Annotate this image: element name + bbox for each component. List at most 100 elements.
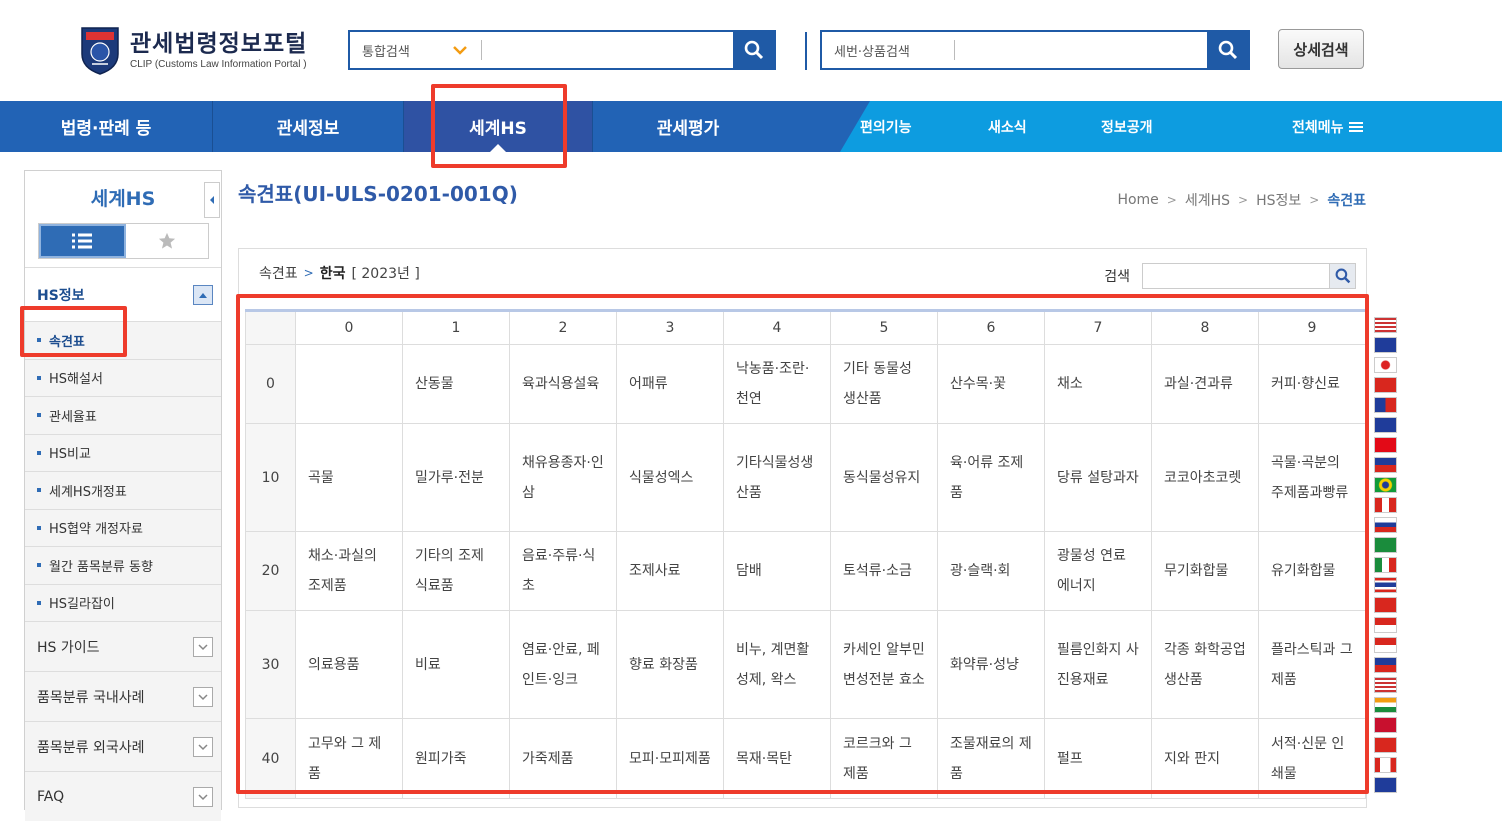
hs-chapter-cell[interactable]: 광물성 연료 에너지 bbox=[1044, 531, 1152, 611]
flag-switzerland-icon[interactable] bbox=[1374, 737, 1397, 753]
flag-brazil-icon[interactable] bbox=[1374, 477, 1397, 493]
hs-chapter-cell[interactable]: 커피·향신료 bbox=[1258, 344, 1366, 424]
hs-chapter-cell[interactable]: 당류 설탕과자 bbox=[1044, 423, 1152, 532]
hs-chapter-cell[interactable]: 채소 bbox=[1044, 344, 1152, 424]
sidebar-item-tariff-table[interactable]: 관세율표 bbox=[25, 396, 221, 434]
hs-chapter-cell[interactable]: 어패류 bbox=[616, 344, 724, 424]
hs-chapter-cell[interactable]: 염료·안료, 페인트·잉크 bbox=[509, 610, 617, 719]
hs-chapter-cell[interactable]: 의료용품 bbox=[295, 610, 403, 719]
hs-chapter-cell[interactable]: 채소·과실의 조제품 bbox=[295, 531, 403, 611]
table-search-button[interactable] bbox=[1330, 263, 1356, 289]
hs-chapter-cell[interactable]: 낙농품·조란·천연 bbox=[723, 344, 831, 424]
hs-chapter-cell[interactable]: 육과식용설육 bbox=[509, 344, 617, 424]
table-search-input[interactable] bbox=[1142, 263, 1330, 289]
hs-chapter-cell[interactable] bbox=[295, 344, 403, 424]
tab-menu-list[interactable] bbox=[39, 224, 126, 258]
hs-chapter-cell[interactable]: 산수목·꽃 bbox=[937, 344, 1045, 424]
hs-chapter-cell[interactable]: 카세인 알부민 변성전분 효소 bbox=[830, 610, 938, 719]
breadcrumb-hs-info[interactable]: HS정보 bbox=[1256, 190, 1301, 210]
hs-chapter-cell[interactable]: 광·슬랙·회 bbox=[937, 531, 1045, 611]
hs-product-search-input[interactable] bbox=[955, 32, 1207, 68]
sidebar-category-hs-info[interactable]: HS정보 bbox=[25, 267, 221, 321]
sidebar-item-monthly-trend[interactable]: 월간 품목분류 동향 bbox=[25, 546, 221, 584]
hs-chapter-cell[interactable]: 과실·견과류 bbox=[1151, 344, 1259, 424]
sidebar-collapse-toggle[interactable] bbox=[204, 182, 220, 218]
hs-chapter-cell[interactable]: 곡물·곡분의 주제품과빵류 bbox=[1258, 423, 1366, 532]
sidebar-item-hs-explanation[interactable]: HS해설서 bbox=[25, 358, 221, 397]
nav-item-world-hs[interactable]: 세계HS bbox=[404, 101, 592, 152]
flag-philippines-icon[interactable] bbox=[1374, 657, 1397, 673]
advanced-search-button[interactable]: 상세검색 bbox=[1278, 29, 1364, 69]
flag-usa-icon[interactable] bbox=[1374, 317, 1397, 333]
hs-chapter-cell[interactable]: 산동물 bbox=[402, 344, 510, 424]
hs-chapter-cell[interactable]: 코르크와 그 제품 bbox=[830, 718, 938, 799]
hs-chapter-cell[interactable]: 조물재료의 제품 bbox=[937, 718, 1045, 799]
flag-saudi-icon[interactable] bbox=[1374, 537, 1397, 553]
sidebar-category-hs-guide[interactable]: HS 가이드 bbox=[25, 621, 221, 671]
integrated-search-input[interactable] bbox=[482, 32, 733, 68]
hs-chapter-cell[interactable]: 가죽제품 bbox=[509, 718, 617, 799]
flag-china-icon[interactable] bbox=[1374, 377, 1397, 393]
sidebar-category-domestic-cases[interactable]: 품목분류 국내사례 bbox=[25, 671, 221, 721]
flag-singapore-icon[interactable] bbox=[1374, 617, 1397, 633]
expand-button[interactable] bbox=[193, 686, 213, 707]
hs-chapter-cell[interactable]: 유기화합물 bbox=[1258, 531, 1366, 611]
hs-chapter-cell[interactable]: 코코아초코렛 bbox=[1151, 423, 1259, 532]
hs-chapter-cell[interactable]: 각종 화학공업 생산품 bbox=[1151, 610, 1259, 719]
hs-chapter-cell[interactable]: 기타의 조제 식료품 bbox=[402, 531, 510, 611]
flag-norway-icon[interactable] bbox=[1374, 717, 1397, 733]
hs-chapter-cell[interactable]: 원피가죽 bbox=[402, 718, 510, 799]
hs-chapter-cell[interactable]: 육·어류 조제품 bbox=[937, 423, 1045, 532]
flag-russia-icon[interactable] bbox=[1374, 517, 1397, 533]
sidebar-item-world-hs-revision[interactable]: 세계HS개정표 bbox=[25, 471, 221, 509]
flag-india-icon[interactable] bbox=[1374, 697, 1397, 713]
hs-chapter-cell[interactable]: 채유용종자·인삼 bbox=[509, 423, 617, 532]
hs-chapter-cell[interactable]: 토석류·소금 bbox=[830, 531, 938, 611]
hs-product-search-button[interactable] bbox=[1207, 31, 1249, 69]
hs-chapter-cell[interactable]: 고무와 그 제품 bbox=[295, 718, 403, 799]
flag-newzealand-icon[interactable] bbox=[1374, 777, 1397, 793]
expand-button[interactable] bbox=[193, 736, 213, 757]
flag-indonesia-icon[interactable] bbox=[1374, 637, 1397, 653]
breadcrumb-world-hs[interactable]: 세계HS bbox=[1185, 190, 1230, 210]
hs-chapter-cell[interactable]: 무기화합물 bbox=[1151, 531, 1259, 611]
hs-chapter-cell[interactable]: 음료·주류·식초 bbox=[509, 531, 617, 611]
hs-chapter-cell[interactable]: 식물성엑스 bbox=[616, 423, 724, 532]
flag-australia-icon[interactable] bbox=[1374, 417, 1397, 433]
search-type-select[interactable]: 통합검색 bbox=[350, 40, 482, 60]
expand-button[interactable] bbox=[193, 636, 213, 657]
flag-eu-icon[interactable] bbox=[1374, 337, 1397, 353]
hs-chapter-cell[interactable]: 기타식물성생산품 bbox=[723, 423, 831, 532]
hs-chapter-cell[interactable]: 기타 동물성 생산품 bbox=[830, 344, 938, 424]
hs-chapter-cell[interactable]: 향료 화장품 bbox=[616, 610, 724, 719]
hs-chapter-cell[interactable]: 담배 bbox=[723, 531, 831, 611]
breadcrumb-home[interactable]: Home bbox=[1117, 192, 1158, 208]
flag-vietnam-icon[interactable] bbox=[1374, 597, 1397, 613]
nav-item-customs-info[interactable]: 관세정보 bbox=[213, 101, 403, 152]
hs-chapter-cell[interactable]: 플라스틱과 그제품 bbox=[1258, 610, 1366, 719]
flag-chile-icon[interactable] bbox=[1374, 457, 1397, 473]
nav-item-customs-valuation[interactable]: 관세평가 bbox=[593, 101, 783, 152]
hs-chapter-cell[interactable]: 밀가루·전분 bbox=[402, 423, 510, 532]
tab-favorites[interactable] bbox=[126, 224, 209, 258]
path-root[interactable]: 속견표 bbox=[259, 263, 298, 283]
site-logo[interactable]: 관세법령정보포털 CLIP (Customs Law Information P… bbox=[78, 24, 307, 76]
flag-mexico-icon[interactable] bbox=[1374, 557, 1397, 573]
hs-chapter-cell[interactable]: 서적·신문 인쇄물 bbox=[1258, 718, 1366, 799]
flag-thailand-icon[interactable] bbox=[1374, 577, 1397, 593]
hs-chapter-cell[interactable]: 펄프 bbox=[1044, 718, 1152, 799]
sidebar-item-quick-table[interactable]: 속견표 bbox=[25, 321, 221, 359]
flag-malaysia-icon[interactable] bbox=[1374, 677, 1397, 693]
integrated-search-button[interactable] bbox=[733, 31, 775, 69]
hs-chapter-cell[interactable]: 목재·목탄 bbox=[723, 718, 831, 799]
nav-item-convenience[interactable]: 편의기능 bbox=[860, 101, 912, 152]
hs-chapter-cell[interactable]: 화약류·성냥 bbox=[937, 610, 1045, 719]
hs-chapter-cell[interactable]: 비누, 계면활성제, 왁스 bbox=[723, 610, 831, 719]
sidebar-item-hs-guide-road[interactable]: HS길라잡이 bbox=[25, 583, 221, 622]
hs-chapter-cell[interactable]: 지와 판지 bbox=[1151, 718, 1259, 799]
hs-chapter-cell[interactable]: 필름인화지 사진용재료 bbox=[1044, 610, 1152, 719]
expand-button[interactable] bbox=[193, 786, 213, 807]
flag-peru-icon[interactable] bbox=[1374, 497, 1397, 513]
nav-item-info-disclosure[interactable]: 정보공개 bbox=[1101, 101, 1153, 152]
nav-item-news[interactable]: 새소식 bbox=[988, 101, 1027, 152]
